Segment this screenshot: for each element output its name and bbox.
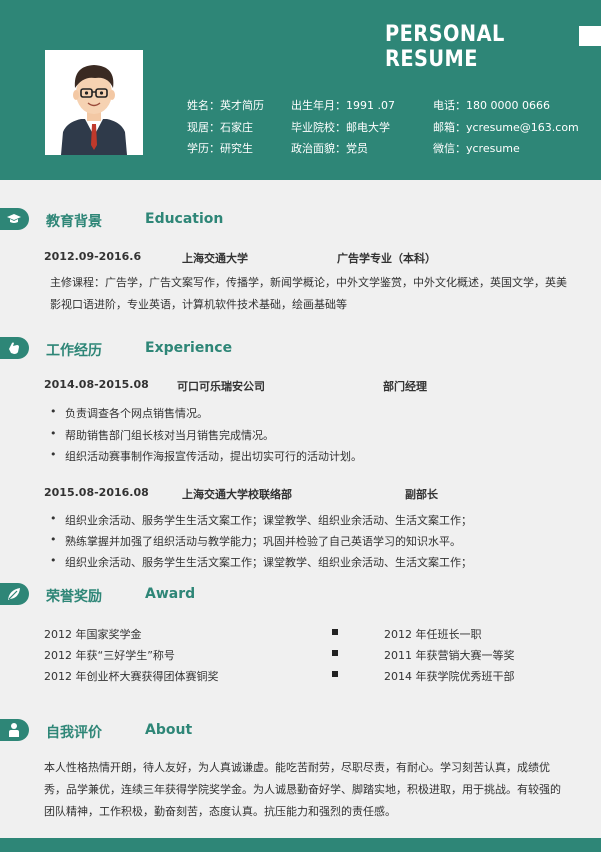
education-school: 上海交通大学 xyxy=(182,252,248,265)
header-banner: PERSONAL RESUME 姓名：英才简历 出生年月：1991 .07 电话… xyxy=(0,0,601,180)
award-item: 2014 年获学院优秀班干部 xyxy=(384,670,515,683)
job-period: 2015.08-2016.08 xyxy=(44,486,149,499)
about-text: 本人性格热情开朗，待人友好，为人真诚谦虚。能吃苦耐劳，尽职尽责，有耐心。学习刻苦… xyxy=(44,761,561,818)
award-item: 2012 年获“三好学生”称号 xyxy=(44,649,175,662)
info-politics: 政治面貌：党员 xyxy=(291,142,368,155)
info-name: 姓名：英才简历 xyxy=(187,99,264,112)
info-residence: 现居：石家庄 xyxy=(187,121,253,134)
about-title-en: About xyxy=(145,722,193,738)
info-wechat: 微信：ycresume xyxy=(433,142,520,155)
award-title-cn: 荣誉奖励 xyxy=(46,589,102,605)
resume-title: PERSONAL RESUME xyxy=(385,22,505,72)
info-email[interactable]: 邮箱：ycresume@163.com xyxy=(433,121,579,135)
education-courses: 主修课程：广告学，广告文案写作，传播学，新闻学概论，中外文学鉴赏，中外文化概述，… xyxy=(50,276,567,311)
info-birth: 出生年月：1991 .07 xyxy=(291,99,395,112)
graduation-cap-icon xyxy=(0,208,29,230)
award-item: 2011 年获营销大赛一等奖 xyxy=(384,649,515,662)
award-marker xyxy=(332,629,338,635)
info-education: 学历：研究生 xyxy=(187,142,253,155)
education-major: 广告学专业（本科） xyxy=(337,252,436,265)
job-company: 上海交通大学校联络部 xyxy=(182,488,292,501)
info-school: 毕业院校：邮电大学 xyxy=(291,121,390,134)
job-role: 部门经理 xyxy=(383,380,427,393)
info-phone: 电话：180 0000 0666 xyxy=(433,99,550,112)
education-title-en: Education xyxy=(145,211,224,227)
award-marker xyxy=(332,671,338,677)
experience-title-cn: 工作经历 xyxy=(46,343,102,359)
job-role: 副部长 xyxy=(405,488,438,501)
award-title-en: Award xyxy=(145,586,196,602)
award-marker xyxy=(332,650,338,656)
job-period: 2014.08-2015.08 xyxy=(44,378,149,391)
education-title-cn: 教育背景 xyxy=(46,214,102,230)
leaf-icon xyxy=(0,583,29,605)
job-company: 可口可乐瑞安公司 xyxy=(177,380,265,393)
avatar xyxy=(45,50,143,155)
experience-title-en: Experience xyxy=(145,340,233,356)
hand-icon xyxy=(0,337,29,359)
award-item: 2012 年创业杯大赛获得团体赛铜奖 xyxy=(44,670,219,683)
about-title-cn: 自我评价 xyxy=(46,725,102,741)
person-icon xyxy=(0,719,29,741)
title-accent-block xyxy=(579,26,601,46)
education-period: 2012.09-2016.6 xyxy=(44,250,142,263)
footer-bar xyxy=(0,838,601,852)
award-item: 2012 年任班长一职 xyxy=(384,628,482,641)
award-item: 2012 年国家奖学金 xyxy=(44,628,142,641)
